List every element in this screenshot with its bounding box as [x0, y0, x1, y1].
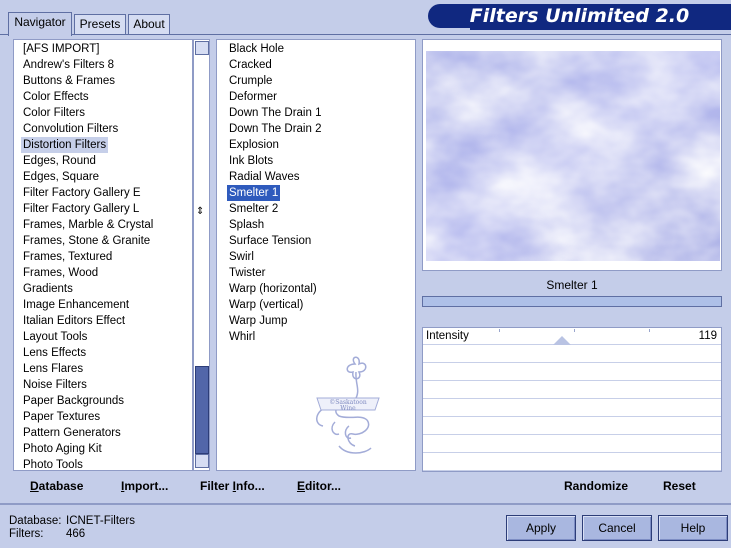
category-item[interactable]: Noise Filters — [21, 377, 89, 393]
scroll-down-button[interactable] — [195, 454, 209, 468]
slider-tick — [649, 329, 650, 332]
slider-tick — [499, 329, 500, 332]
category-item[interactable]: Filter Factory Gallery E — [21, 185, 143, 201]
apply-button[interactable]: Apply — [506, 515, 576, 541]
filter-item[interactable]: Explosion — [227, 137, 281, 153]
filter-item[interactable]: Cracked — [227, 57, 274, 73]
tab-strip-line — [0, 34, 731, 35]
watermark-logo: ©Saskatoon Wine — [316, 356, 380, 454]
category-item[interactable]: Distortion Filters — [21, 137, 109, 153]
banner-underline — [470, 28, 731, 30]
category-list[interactable]: [AFS IMPORT] Andrew's Filters 8 Buttons & … — [13, 39, 193, 471]
filter-item[interactable]: Ink Blots — [227, 153, 275, 169]
tab-presets[interactable]: Presets — [74, 14, 126, 34]
category-item[interactable]: Frames, Wood — [21, 265, 100, 281]
filter-item[interactable]: Twister — [227, 265, 267, 281]
parameter-row[interactable] — [423, 382, 721, 399]
category-item[interactable]: Image Enhancement — [21, 297, 131, 313]
randomize-button[interactable]: Randomize — [564, 478, 628, 494]
category-item[interactable]: Photo Aging Kit — [21, 441, 104, 457]
filter-item[interactable]: Whirl — [227, 329, 257, 345]
category-item[interactable]: Italian Editors Effect — [21, 313, 127, 329]
parameter-row[interactable] — [423, 436, 721, 453]
category-item[interactable]: Layout Tools — [21, 329, 89, 345]
filter-item[interactable]: Smelter 2 — [227, 201, 280, 217]
category-item[interactable]: Frames, Textured — [21, 249, 114, 265]
watermark-text-2: Wine — [340, 405, 356, 412]
parameter-value: 119 — [698, 330, 717, 342]
category-item[interactable]: Photo Tools — [21, 457, 85, 470]
cancel-button[interactable]: Cancel — [582, 515, 652, 541]
parameter-row[interactable] — [423, 454, 721, 471]
category-item[interactable]: Buttons & Frames — [21, 73, 117, 89]
category-item[interactable]: Edges, Square — [21, 169, 101, 185]
slider-tick — [574, 329, 575, 332]
category-item[interactable]: Andrew's Filters 8 — [21, 57, 116, 73]
filter-item[interactable]: Warp (horizontal) — [227, 281, 319, 297]
category-item[interactable]: [AFS IMPORT] — [21, 41, 101, 57]
category-item[interactable]: Lens Flares — [21, 361, 85, 377]
filter-item[interactable]: Black Hole — [227, 41, 286, 57]
tab-about[interactable]: About — [128, 14, 170, 34]
parameter-row[interactable] — [423, 346, 721, 363]
category-item[interactable]: Gradients — [21, 281, 75, 297]
preview-filter-name: Smelter 1 — [546, 278, 598, 292]
status-filters: Filters: 466 — [9, 528, 85, 540]
parameter-sliders[interactable]: Intensity 119 — [422, 327, 722, 472]
category-scrollbar[interactable]: ⇕ — [193, 39, 210, 471]
scroll-arrows-icon: ⇕ — [196, 206, 205, 217]
category-item[interactable]: Color Effects — [21, 89, 91, 105]
filter-item[interactable]: Radial Waves — [227, 169, 302, 185]
reset-button[interactable]: Reset — [663, 478, 696, 494]
status-database: Database: ICNET-Filters — [9, 515, 135, 527]
filters-count: 466 — [66, 528, 86, 540]
category-item[interactable]: Frames, Stone & Granite — [21, 233, 152, 249]
import-button[interactable]: Import... — [121, 478, 168, 494]
filter-item[interactable]: Splash — [227, 217, 266, 233]
filter-item[interactable]: Down The Drain 1 — [227, 105, 323, 121]
parameter-row[interactable] — [423, 364, 721, 381]
bottom-divider — [0, 503, 731, 505]
scroll-thumb[interactable] — [195, 366, 209, 454]
category-item[interactable]: Pattern Generators — [21, 425, 123, 441]
tab-navigator[interactable]: Navigator — [8, 12, 72, 36]
progress-bar — [422, 296, 722, 307]
filter-item[interactable]: Deformer — [227, 89, 279, 105]
filter-info-button[interactable]: Filter Info... — [200, 478, 265, 494]
filter-item[interactable]: Surface Tension — [227, 233, 313, 249]
category-item[interactable]: Filter Factory Gallery L — [21, 201, 141, 217]
category-item[interactable]: Color Filters — [21, 105, 87, 121]
filter-item[interactable]: Warp (vertical) — [227, 297, 305, 313]
scroll-up-button[interactable] — [195, 41, 209, 55]
filter-item[interactable]: Warp Jump — [227, 313, 289, 329]
preview-panel — [422, 39, 722, 271]
parameter-label: Intensity — [426, 330, 469, 342]
category-item[interactable]: Paper Textures — [21, 409, 102, 425]
filter-item[interactable]: Swirl — [227, 249, 256, 265]
category-item[interactable]: Convolution Filters — [21, 121, 120, 137]
database-value: ICNET-Filters — [66, 515, 135, 527]
filter-item[interactable]: Smelter 1 — [227, 185, 281, 201]
app-title-banner: Filters Unlimited 2.0 — [428, 4, 731, 28]
filter-item[interactable]: Crumple — [227, 73, 274, 89]
parameter-row[interactable] — [423, 418, 721, 435]
filter-item[interactable]: Down The Drain 2 — [227, 121, 323, 137]
parameter-row[interactable] — [423, 400, 721, 417]
help-button[interactable]: Help — [658, 515, 728, 541]
filters-label: Filters: — [9, 528, 44, 540]
category-item[interactable]: Edges, Round — [21, 153, 98, 169]
category-item[interactable]: Lens Effects — [21, 345, 88, 361]
slider-thumb[interactable] — [553, 336, 572, 345]
filter-list[interactable]: ©Saskatoon Wine Black Hole Cracked Crumple… — [216, 39, 416, 471]
editor-button[interactable]: Editor... — [297, 478, 341, 494]
preview-image — [426, 51, 720, 261]
database-button[interactable]: Database — [30, 478, 83, 494]
category-item[interactable]: Frames, Marble & Crystal — [21, 217, 155, 233]
database-label: Database: — [9, 515, 62, 527]
parameter-row[interactable]: Intensity 119 — [423, 328, 721, 345]
category-item[interactable]: Paper Backgrounds — [21, 393, 126, 409]
